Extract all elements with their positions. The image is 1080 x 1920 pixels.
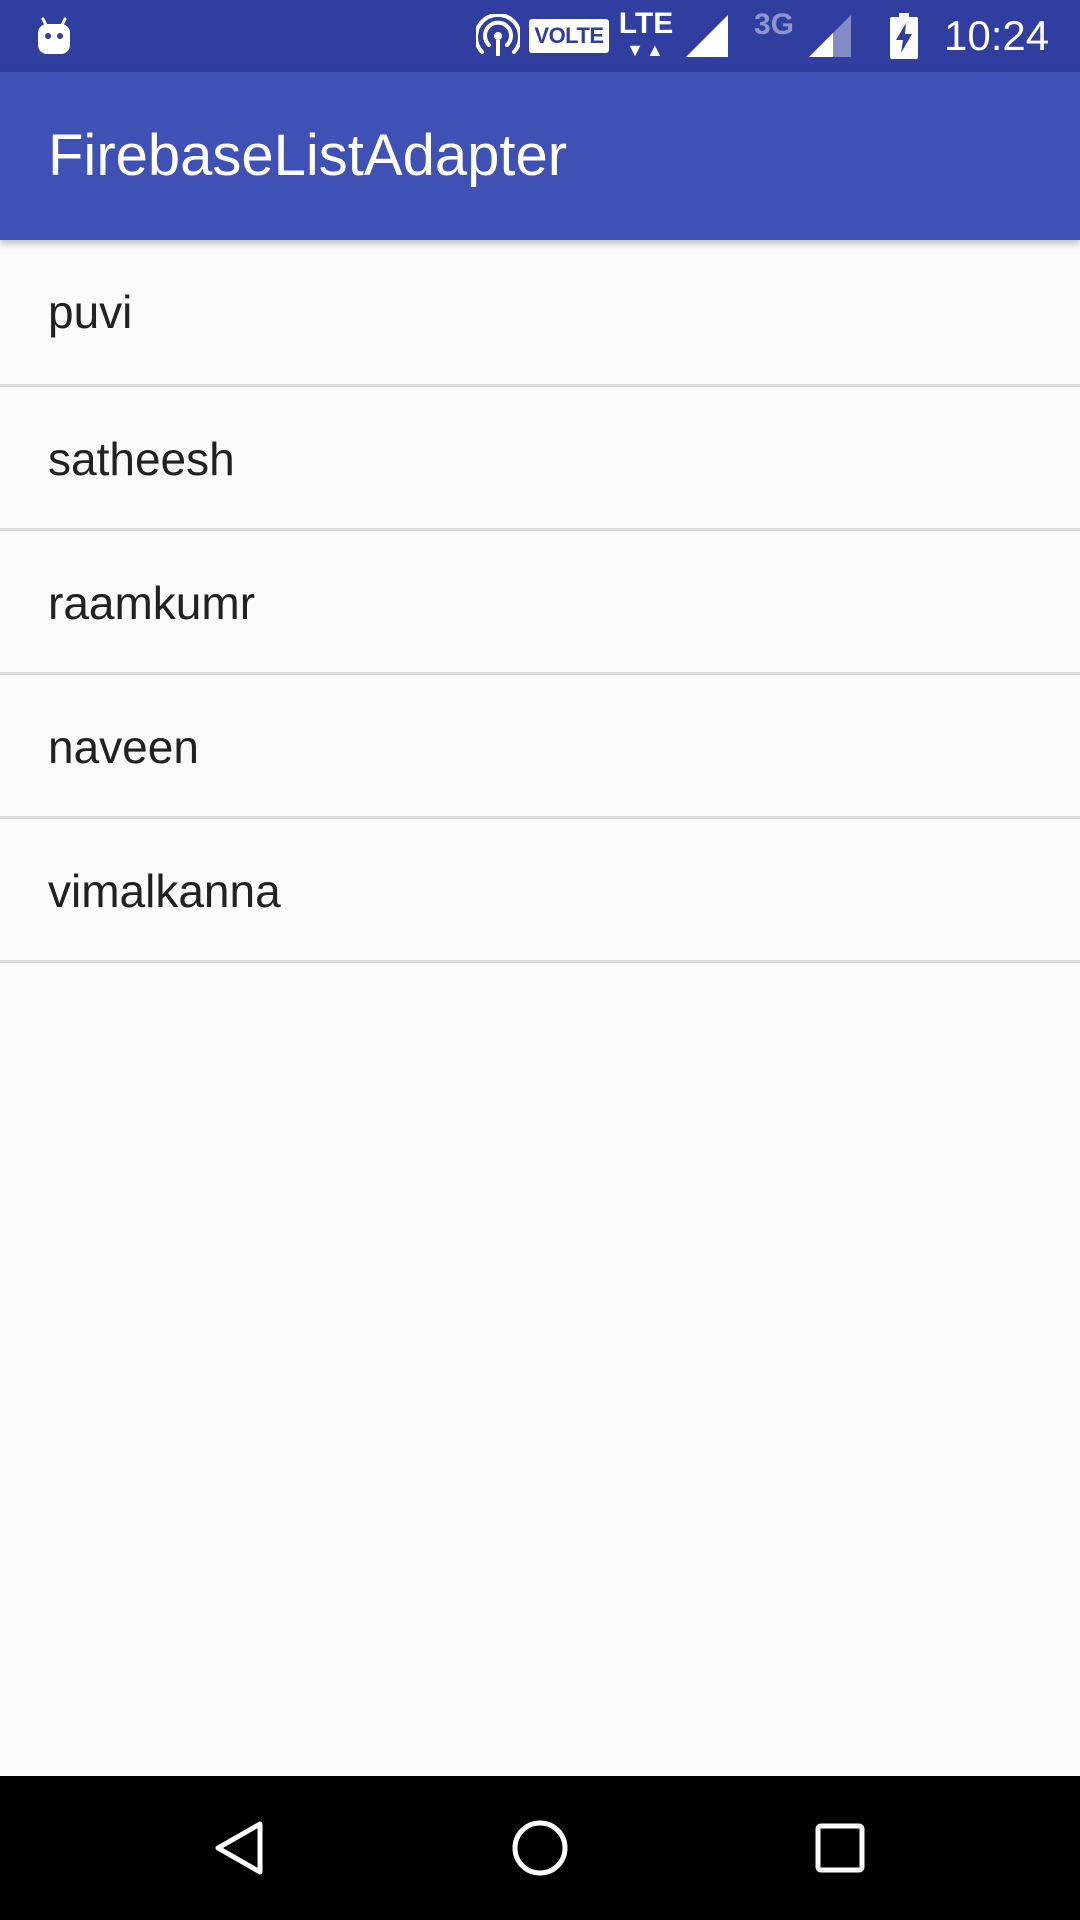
list-item-label: naveen bbox=[48, 721, 199, 773]
app-title: FirebaseListAdapter bbox=[48, 123, 568, 188]
status-clock: 10:24 bbox=[944, 12, 1050, 59]
lte-label: LTE bbox=[618, 7, 674, 40]
list-item[interactable]: satheesh bbox=[0, 387, 1080, 531]
hotspot-icon bbox=[470, 0, 526, 72]
screen: VOLTE LTE ▼▲ 3G 10:24 FirebaseListAdapte… bbox=[0, 0, 1080, 1920]
list-item[interactable]: naveen bbox=[0, 675, 1080, 819]
list-item-label: raamkumr bbox=[48, 577, 256, 629]
list-item-label: vimalkanna bbox=[48, 865, 281, 917]
android-debug-icon bbox=[32, 0, 76, 72]
list-item-label: satheesh bbox=[48, 433, 235, 485]
lte-icon: LTE ▼▲ bbox=[616, 0, 676, 72]
back-icon bbox=[215, 1821, 263, 1875]
recents-icon bbox=[815, 1823, 865, 1873]
home-button[interactable] bbox=[480, 1776, 600, 1920]
recents-button[interactable] bbox=[780, 1776, 900, 1920]
back-button[interactable] bbox=[180, 1776, 300, 1920]
network-3g-icon: 3G bbox=[746, 0, 802, 72]
signal-strength-secondary-icon bbox=[804, 0, 856, 72]
lte-arrows: ▼▲ bbox=[626, 40, 666, 60]
status-bar: VOLTE LTE ▼▲ 3G 10:24 bbox=[0, 0, 1080, 72]
volte-label: VOLTE bbox=[529, 19, 609, 53]
list-item[interactable]: vimalkanna bbox=[0, 819, 1080, 963]
list-item-label: puvi bbox=[48, 286, 133, 338]
list-item[interactable]: puvi bbox=[0, 240, 1080, 387]
volte-icon: VOLTE bbox=[529, 0, 609, 72]
list-item[interactable]: raamkumr bbox=[0, 531, 1080, 675]
navigation-bar bbox=[0, 1776, 1080, 1920]
home-icon bbox=[512, 1820, 568, 1876]
signal-strength-icon bbox=[682, 0, 732, 72]
name-list: puvi satheesh raamkumr naveen vimalkanna bbox=[0, 240, 1080, 963]
network-3g-label: 3G bbox=[753, 8, 795, 41]
app-bar: FirebaseListAdapter bbox=[0, 72, 1080, 240]
battery-charging-icon bbox=[884, 0, 924, 72]
